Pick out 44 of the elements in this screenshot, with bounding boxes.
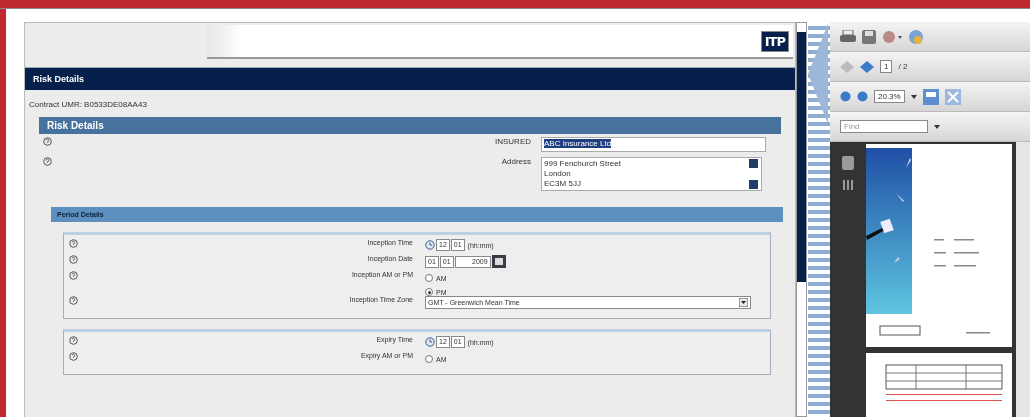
save-icon[interactable] xyxy=(862,29,876,44)
zoom-out-icon[interactable] xyxy=(840,91,851,102)
help-icon[interactable] xyxy=(69,336,78,345)
footer-box-drawing xyxy=(879,325,921,336)
logo: ITP xyxy=(760,30,789,52)
help-icon[interactable] xyxy=(69,255,78,264)
zoom-in-icon[interactable] xyxy=(857,91,868,102)
calendar-icon[interactable] xyxy=(491,255,506,268)
dropdown-arrow-icon[interactable] xyxy=(910,94,917,99)
scroll-down-icon xyxy=(749,180,758,189)
zoom-field[interactable]: 20.3% xyxy=(874,90,905,103)
help-icon[interactable] xyxy=(69,271,78,280)
full-screen-icon[interactable] xyxy=(944,88,961,105)
title-bar: Risk Details xyxy=(25,67,795,90)
help-icon[interactable] xyxy=(43,137,52,146)
field-label: INSURED xyxy=(494,137,531,146)
clock-icon[interactable] xyxy=(425,240,435,250)
contract-umr: Contract UMR: B0533DE08AA43 xyxy=(28,99,148,111)
pages-icon xyxy=(842,156,854,170)
insured-field[interactable]: ABC Insurance Ltd xyxy=(541,137,766,152)
page-count: / 2 xyxy=(898,62,908,71)
help-icon[interactable] xyxy=(69,296,78,305)
clock-icon[interactable] xyxy=(425,337,435,347)
scrollbar[interactable] xyxy=(1016,142,1030,417)
globe-icon[interactable] xyxy=(908,28,924,45)
help-icon[interactable] xyxy=(69,352,78,361)
page-number-field[interactable]: 1 xyxy=(880,60,893,73)
dropdown-arrow-icon[interactable] xyxy=(934,124,940,129)
field-label: Address xyxy=(500,157,531,166)
section-header: Risk Details xyxy=(39,117,781,134)
address-field[interactable]: 999 Fenchurch Street London EC3M 5JJ xyxy=(541,157,762,191)
radio-button[interactable] xyxy=(425,355,433,363)
dropdown-arrow-icon xyxy=(739,298,748,307)
left-arrow-icon[interactable] xyxy=(808,24,828,124)
scrollbar[interactable] xyxy=(796,22,807,417)
page-thumbnail[interactable] xyxy=(866,353,1012,417)
scroll-up-icon xyxy=(749,159,758,168)
next-page-icon[interactable] xyxy=(860,60,874,73)
page-thumbnail[interactable] xyxy=(866,144,1012,347)
print-icon[interactable] xyxy=(840,29,856,44)
help-icon[interactable] xyxy=(69,239,78,248)
fit-page-icon[interactable] xyxy=(922,88,939,105)
help-icon[interactable] xyxy=(43,157,52,166)
radio-button[interactable] xyxy=(425,274,433,282)
